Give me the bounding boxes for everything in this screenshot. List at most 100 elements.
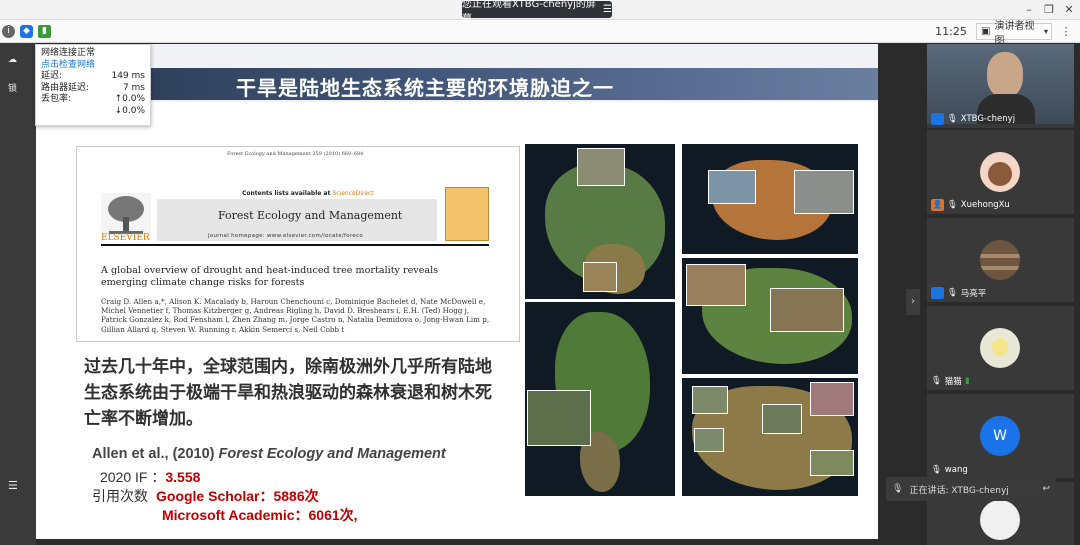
microsoft-academic-count: Microsoft Academic：6061次, [162, 507, 358, 523]
if-label: 2020 IF ： [100, 469, 166, 485]
participant-tile[interactable]: W 🎙 wang [927, 394, 1074, 478]
impact-factor-line: 2020 IF ：3.558 [100, 467, 200, 487]
mic-icon: 🎙 [892, 484, 904, 494]
cite-label: 引用次数 [92, 488, 148, 504]
header-rule [101, 244, 489, 246]
citation-count-line: 引用次数 Google Scholar：5886次 [92, 486, 319, 506]
map-europe [682, 258, 858, 374]
article-authors: Craig D. Allen a,*, Alison K. Macalady b… [101, 297, 490, 334]
presenter-view-label: 演讲者视图 [994, 20, 1035, 47]
participant-tile[interactable]: 👤 🎙 XuehongXu [927, 130, 1074, 214]
participant-name: wang [944, 465, 968, 475]
contents-line: Contents lists available at ScienceDirec… [242, 190, 374, 197]
latency-value: 149 ms [111, 71, 146, 81]
participant-name-tag: 🎙 wang [931, 465, 968, 475]
participant-tile[interactable]: 👤 🎙 马亮平 [927, 218, 1074, 302]
participant-name: XTBG-chenyj [960, 114, 1016, 124]
journal-title: Forest Ecology and Management [218, 209, 403, 222]
router-value: 7 ms [122, 82, 145, 93]
shared-slide: 干旱是陆地生态系统主要的环境胁迫之一 Forest Ecology and Ma… [36, 44, 878, 539]
participant-name: 猫猫 [944, 377, 962, 387]
layout-icon: ▣ [981, 26, 991, 37]
menu-icon[interactable]: ☰ [603, 4, 612, 15]
mic-icon: 🎙 [947, 200, 958, 210]
citation-authors: Allen et al., (2010) [92, 446, 219, 462]
network-status: 网络连接正常 [41, 48, 96, 58]
citation-line: Allen et al., (2010) Forest Ecology and … [92, 446, 446, 462]
photo-thumbnail [694, 428, 724, 452]
meeting-toolbar: i ◆ ▮ 11:25 ▣ 演讲者视图 ▾ ⋮ [0, 20, 1080, 47]
avatar [980, 240, 1020, 280]
map-australia [682, 144, 858, 254]
left-label-2: 锁 [8, 84, 18, 94]
chevron-down-icon: ▾ [1043, 27, 1048, 36]
person-icon: 👤 [931, 113, 944, 125]
sciencedirect-link: ScienceDirect [332, 190, 374, 197]
map-north-america [525, 144, 675, 299]
cloud-icon[interactable]: ☁ [8, 55, 17, 65]
photo-thumbnail [527, 390, 591, 446]
list-icon[interactable]: ☰ [8, 479, 18, 492]
participant-name: XuehongXu [960, 200, 1010, 210]
presenter-view-dropdown[interactable]: ▣ 演讲者视图 ▾ [976, 21, 1052, 47]
slide-title: 干旱是陆地生态系统主要的环境胁迫之一 [236, 76, 614, 100]
more-icon[interactable]: ⋮ [1057, 23, 1075, 40]
chevron-right-icon[interactable]: › [906, 289, 920, 315]
minimize-icon[interactable]: – [1020, 2, 1038, 17]
participant-name-tag: 👤 🎙 马亮平 [931, 287, 986, 299]
presenter-face [987, 52, 1023, 98]
avatar [980, 500, 1020, 540]
participant-name-tag: 👤 🎙 XTBG-chenyj [931, 113, 1015, 125]
loss-up: ↑0.0% [114, 94, 145, 104]
mic-icon: 🎙 [947, 114, 958, 124]
elsevier-tree-logo [101, 193, 151, 237]
person-icon: 👤 [931, 199, 944, 211]
loss-label: 丢包率: [41, 94, 72, 104]
info-icon[interactable]: i [2, 25, 15, 38]
journal-homepage: journal homepage: www.elsevier.com/locat… [208, 233, 364, 239]
journal-citation-line: Forest Ecology and Management 259 (2010)… [227, 151, 364, 157]
photo-thumbnail [577, 148, 625, 186]
contents-prefix: Contents lists available at [242, 190, 333, 197]
avatar [980, 328, 1020, 368]
paper-screenshot: Forest Ecology and Management 259 (2010)… [76, 146, 520, 342]
restore-icon[interactable]: ❐ [1040, 2, 1058, 17]
photo-thumbnail [692, 386, 728, 414]
close-icon[interactable]: ✕ [1060, 2, 1078, 17]
person-icon: 👤 [931, 287, 944, 299]
slide-chinese-text: 过去几十年中，全球范围内，除南极洲外几乎所有陆地生态系统由于极端干旱和热浪驱动的… [84, 357, 492, 429]
router-label: 路由器延迟: [41, 82, 90, 93]
loss-down: ↓0.0% [114, 105, 145, 116]
photo-thumbnail [708, 170, 756, 204]
window-titlebar: 您正在观看XTBG-chenyj的屏幕 ☰ – ❐ ✕ [0, 0, 1080, 25]
network-status-panel: 网络连接正常 点击检查网络 延迟: 149 ms 路由器延迟: 7 ms 丢包率: ↑… [35, 44, 151, 126]
photo-thumbnail [686, 264, 746, 306]
photo-thumbnail [583, 262, 617, 292]
check-network-link[interactable]: 点击检查网络 [41, 60, 95, 72]
participant-tile[interactable]: 🎙 猫猫 ▮ [927, 306, 1074, 390]
signal-icon[interactable]: ▮ [38, 25, 51, 38]
article-title: A global overview of drought and heat-in… [101, 265, 439, 288]
collapse-icon[interactable]: ↩ [1042, 484, 1056, 494]
signal-icon: ▮ [964, 376, 970, 386]
google-scholar-count: Google Scholar：5886次 [156, 488, 319, 504]
photo-thumbnail [794, 170, 854, 214]
speaking-text: 正在讲话: XTBG-chenyj [909, 485, 1009, 496]
shield-icon[interactable]: ◆ [20, 25, 33, 38]
participant-name-tag: 👤 🎙 XuehongXu [931, 199, 1010, 211]
photo-thumbnail [810, 382, 854, 416]
left-sidebar: ☁ 锁 ☰ [0, 43, 36, 545]
participant-name-tag: 🎙 猫猫 ▮ [931, 375, 970, 387]
photo-thumbnail [762, 404, 802, 434]
journal-cover [445, 187, 489, 241]
map-africa-asia [682, 378, 858, 496]
photo-thumbnail [770, 288, 844, 332]
speaking-indicator: 🎙 正在讲话: XTBG-chenyj ↩ [886, 477, 1056, 501]
participant-tile[interactable]: 👤 🎙 XTBG-chenyj [927, 44, 1074, 128]
photo-thumbnail [810, 450, 854, 476]
watching-banner[interactable]: 您正在观看XTBG-chenyj的屏幕 ☰ [462, 0, 612, 25]
clock: 11:25 [935, 25, 967, 38]
latency-label: 延迟: [41, 71, 63, 81]
avatar: W [980, 416, 1020, 456]
avatar [980, 152, 1020, 192]
